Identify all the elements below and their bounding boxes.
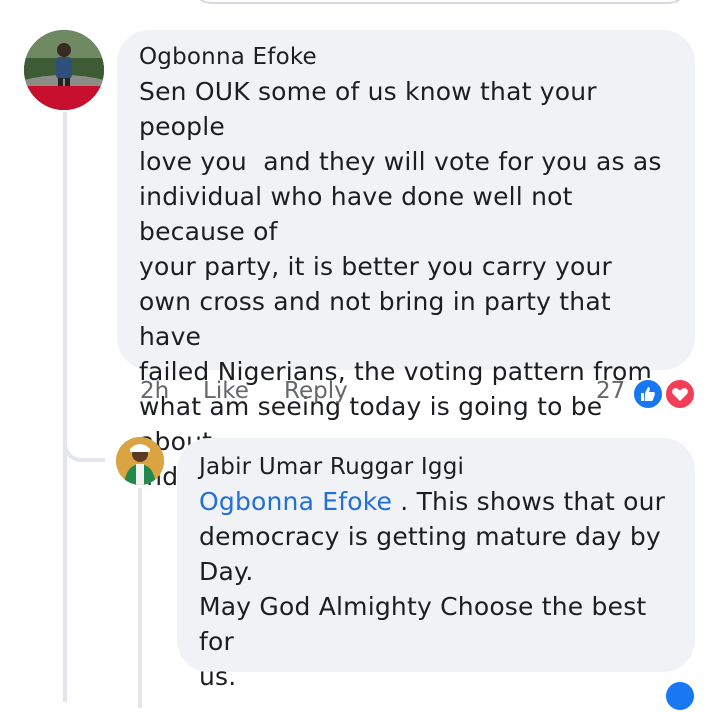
mention-link[interactable]: Ogbonna Efoke <box>199 487 392 516</box>
comment-bubble[interactable]: Ogbonna Efoke Sen OUK some of us know th… <box>117 30 695 491</box>
avatar[interactable] <box>24 30 104 110</box>
reply-meta-partial <box>200 676 209 702</box>
like-icon[interactable] <box>664 680 696 712</box>
thread-connector-line <box>63 112 67 702</box>
love-icon[interactable] <box>664 378 696 410</box>
avatar[interactable] <box>116 437 164 485</box>
like-button[interactable]: Like <box>203 378 249 404</box>
reply-button[interactable]: Reply <box>284 378 348 404</box>
previous-comment-bubble-edge <box>190 0 690 4</box>
reply-body: . This shows that our democracy is getti… <box>199 487 666 691</box>
like-icon[interactable] <box>632 378 664 410</box>
reaction-count[interactable]: 27 <box>596 378 625 404</box>
profile-photo <box>116 437 164 485</box>
comment-author[interactable]: Ogbonna Efoke <box>139 42 673 72</box>
reply-bubble[interactable]: Jabir Umar Ruggar Iggi Ogbonna Efoke . T… <box>177 438 695 691</box>
reply-author[interactable]: Jabir Umar Ruggar Iggi <box>199 452 673 482</box>
comment-text: Sen OUK some of us know that your people… <box>139 77 662 491</box>
profile-photo <box>24 30 104 110</box>
reply-text: Ogbonna Efoke . This shows that our demo… <box>199 484 673 694</box>
comment-timestamp[interactable]: 2h <box>140 378 169 404</box>
reply-thread-line <box>138 488 142 708</box>
thread-connector-curve <box>63 420 105 462</box>
